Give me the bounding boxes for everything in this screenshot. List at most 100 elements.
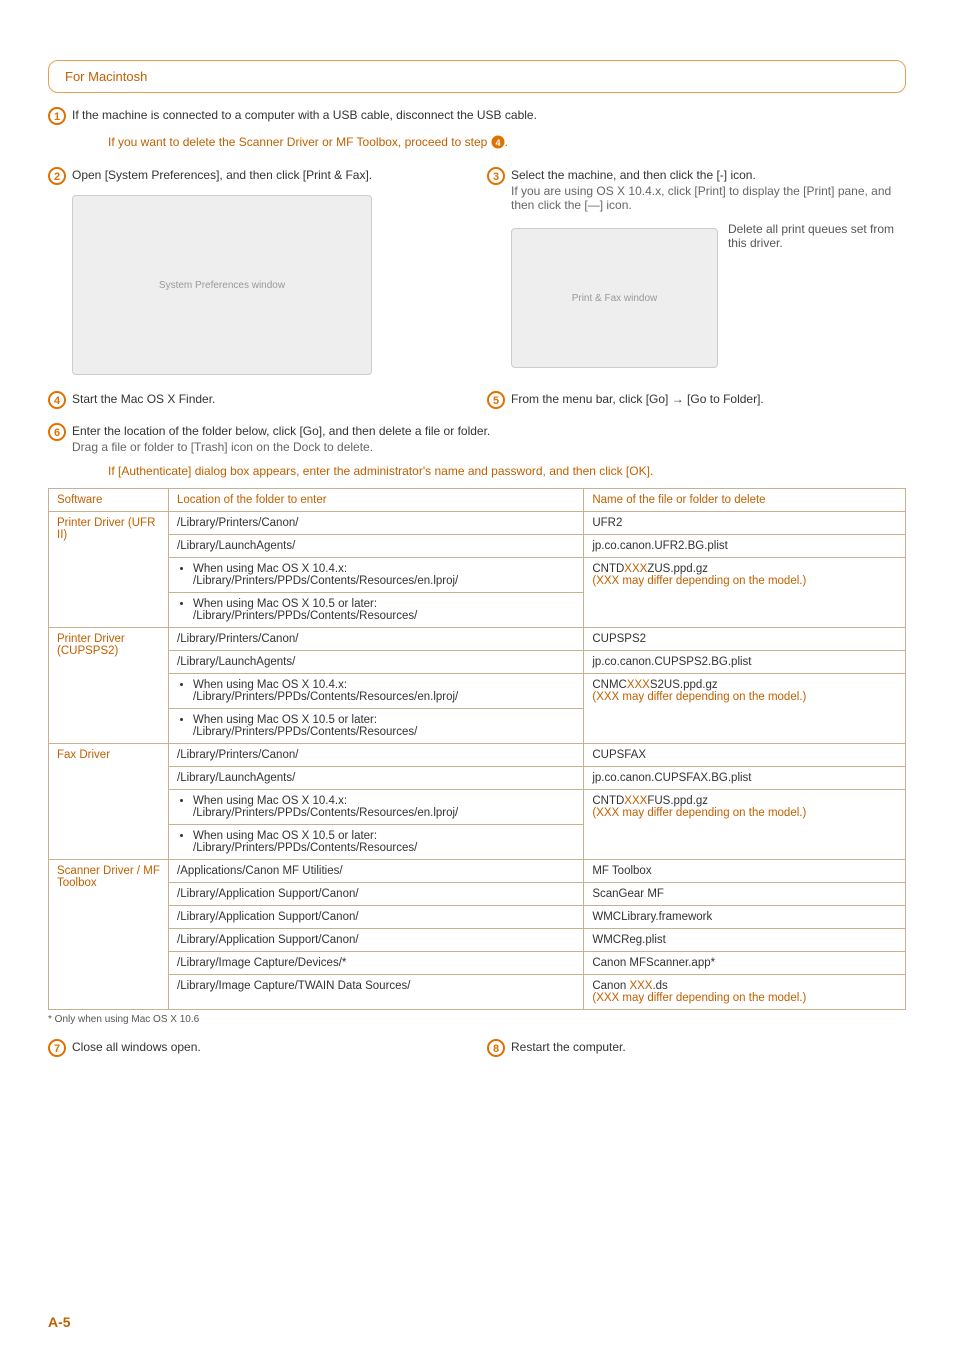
step-badge-6: 6 — [48, 423, 66, 441]
th-software: Software — [49, 489, 169, 512]
sw-cups: Printer Driver (CUPSPS2) — [49, 628, 169, 744]
step-6: 6 Enter the location of the folder below… — [48, 423, 906, 454]
name-prefix: CNTD — [592, 795, 624, 807]
step-6-note: If [Authenticate] dialog box appears, en… — [108, 464, 906, 478]
page-number: A-5 — [48, 1314, 71, 1330]
files-table: Software Location of the folder to enter… — [48, 488, 906, 1010]
xxx-token: XXX — [596, 807, 619, 819]
cell-loc: /Library/LaunchAgents/ — [169, 651, 584, 674]
detail-close: may differ depending on the model.) — [619, 807, 806, 819]
table-header-row: Software Location of the folder to enter… — [49, 489, 906, 512]
cell-name: MF Toolbox — [584, 860, 906, 883]
step-6-sub: Drag a file or folder to [Trash] icon on… — [72, 440, 906, 454]
step-1-note-b: . — [505, 135, 508, 149]
cell-loc: When using Mac OS X 10.4.x:/Library/Prin… — [169, 790, 584, 825]
table-row: /Library/LaunchAgents/ jp.co.canon.CUPSF… — [49, 767, 906, 790]
sw-fax: Fax Driver — [49, 744, 169, 860]
name-suffix: ZUS.ppd.gz — [647, 563, 708, 575]
name-suffix: .ds — [652, 980, 667, 992]
cell-loc: /Applications/Canon MF Utilities/ — [169, 860, 584, 883]
printfax-placeholder-label: Print & Fax window — [572, 293, 658, 304]
cond-label: When using Mac OS X 10.4.x: — [193, 795, 347, 807]
step-7-text: Close all windows open. — [72, 1039, 467, 1054]
cell-name: UFR2 — [584, 512, 906, 535]
table-row: Printer Driver (UFR II) /Library/Printer… — [49, 512, 906, 535]
cell-loc: /Library/Printers/Canon/ — [169, 628, 584, 651]
cond-path: /Library/Printers/PPDs/Contents/Resource… — [193, 575, 458, 587]
cell-loc: When using Mac OS X 10.4.x:/Library/Prin… — [169, 558, 584, 593]
sw-scanner: Scanner Driver / MF Toolbox — [49, 860, 169, 1010]
step-badge-1: 1 — [48, 107, 66, 125]
name-suffix: FUS.ppd.gz — [647, 795, 708, 807]
xxx-token: XXX — [596, 691, 619, 703]
cell-loc: /Library/Application Support/Canon/ — [169, 929, 584, 952]
cond-path: /Library/Printers/PPDs/Contents/Resource… — [193, 842, 417, 854]
cell-loc: /Library/Application Support/Canon/ — [169, 883, 584, 906]
step-1: 1 If the machine is connected to a compu… — [48, 107, 906, 125]
step-3: 3 Select the machine, and then click the… — [487, 167, 906, 212]
step-2-text: Open [System Preferences], and then clic… — [72, 167, 467, 182]
cell-name: WMCReg.plist — [584, 929, 906, 952]
table-row: /Library/Image Capture/TWAIN Data Source… — [49, 975, 906, 1010]
th-filename: Name of the file or folder to delete — [584, 489, 906, 512]
step-badge-2: 2 — [48, 167, 66, 185]
cell-name: Canon XXX.ds (XXX may differ depending o… — [584, 975, 906, 1010]
cell-loc: When using Mac OS X 10.5 or later:/Libra… — [169, 593, 584, 628]
table-row: /Library/LaunchAgents/ jp.co.canon.UFR2.… — [49, 535, 906, 558]
svg-text:1: 1 — [54, 111, 60, 123]
xxx-token: XXX — [596, 992, 619, 1004]
step-badge-7: 7 — [48, 1039, 66, 1057]
cond-path: /Library/Printers/PPDs/Contents/Resource… — [193, 807, 458, 819]
table-row: Fax Driver /Library/Printers/Canon/ CUPS… — [49, 744, 906, 767]
cell-loc: /Library/Printers/Canon/ — [169, 744, 584, 767]
table-row: /Library/LaunchAgents/ jp.co.canon.CUPSP… — [49, 651, 906, 674]
table-row: When using Mac OS X 10.4.x:/Library/Prin… — [49, 790, 906, 825]
system-preferences-screenshot: System Preferences window — [72, 195, 372, 375]
step-1-text: If the machine is connected to a compute… — [72, 107, 906, 122]
step-3-text: Select the machine, and then click the [… — [511, 168, 906, 182]
cell-name: ScanGear MF — [584, 883, 906, 906]
step-6-text: Enter the location of the folder below, … — [72, 424, 906, 438]
svg-text:4: 4 — [495, 138, 500, 148]
cond-label: When using Mac OS X 10.5 or later: — [193, 830, 377, 842]
table-row: Scanner Driver / MF Toolbox /Application… — [49, 860, 906, 883]
cell-name: CUPSFAX — [584, 744, 906, 767]
xxx-token: XXX — [624, 563, 647, 575]
table-row: Printer Driver (CUPSPS2) /Library/Printe… — [49, 628, 906, 651]
name-suffix: S2US.ppd.gz — [650, 679, 718, 691]
table-row: /Library/Application Support/Canon/ WMCR… — [49, 929, 906, 952]
cond-label: When using Mac OS X 10.4.x: — [193, 563, 347, 575]
name-prefix: Canon — [592, 980, 629, 992]
cond-path: /Library/Printers/PPDs/Contents/Resource… — [193, 726, 417, 738]
step-5: 5 From the menu bar, click [Go] → [Go to… — [487, 391, 906, 409]
cell-loc: When using Mac OS X 10.4.x:/Library/Prin… — [169, 674, 584, 709]
cell-loc: When using Mac OS X 10.5 or later:/Libra… — [169, 709, 584, 744]
svg-text:8: 8 — [493, 1043, 499, 1055]
step-4-text: Start the Mac OS X Finder. — [72, 391, 467, 406]
cell-loc: /Library/Printers/Canon/ — [169, 512, 584, 535]
detail-close: may differ depending on the model.) — [619, 691, 806, 703]
cell-name: CNTDXXXFUS.ppd.gz (XXX may differ depend… — [584, 790, 906, 860]
sw-ufr: Printer Driver (UFR II) — [49, 512, 169, 628]
step-3-side-note: Delete all print queues set from this dr… — [728, 222, 906, 250]
step-badge-4: 4 — [48, 391, 66, 409]
svg-text:3: 3 — [493, 171, 499, 183]
print-fax-screenshot: Print & Fax window — [511, 228, 718, 368]
step-badge-5: 5 — [487, 391, 505, 409]
svg-text:6: 6 — [54, 427, 60, 439]
cell-loc: /Library/LaunchAgents/ — [169, 535, 584, 558]
table-row: /Library/Application Support/Canon/ Scan… — [49, 883, 906, 906]
step-8-text: Restart the computer. — [511, 1039, 906, 1054]
svg-text:7: 7 — [54, 1043, 60, 1055]
cell-name: CNMCXXXS2US.ppd.gz (XXX may differ depen… — [584, 674, 906, 744]
table-row: When using Mac OS X 10.4.x:/Library/Prin… — [49, 558, 906, 593]
cell-name: WMCLibrary.framework — [584, 906, 906, 929]
xxx-token: XXX — [627, 679, 650, 691]
cell-loc: /Library/LaunchAgents/ — [169, 767, 584, 790]
cell-name: CNTDXXXZUS.ppd.gz (XXX may differ depend… — [584, 558, 906, 628]
step-badge-8: 8 — [487, 1039, 505, 1057]
step-2: 2 Open [System Preferences], and then cl… — [48, 167, 467, 185]
cell-loc: /Library/Image Capture/Devices/* — [169, 952, 584, 975]
table-row: /Library/Image Capture/Devices/* Canon M… — [49, 952, 906, 975]
cell-loc: /Library/Application Support/Canon/ — [169, 906, 584, 929]
